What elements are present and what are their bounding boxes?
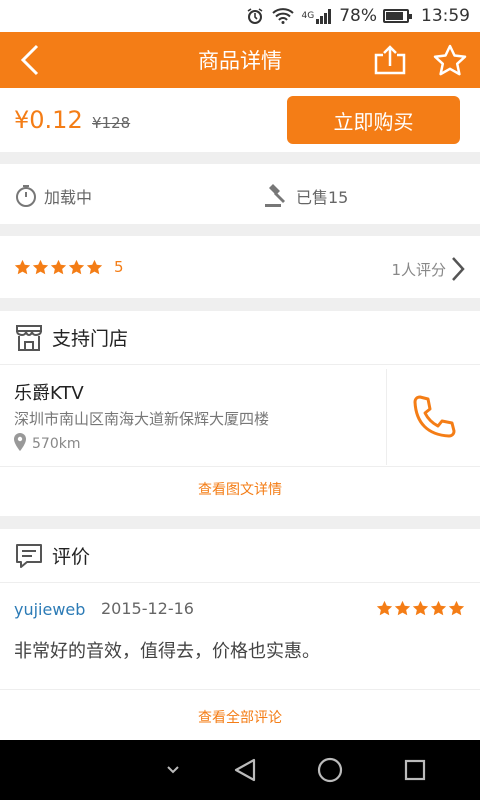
timer-icon (14, 184, 38, 208)
loading-text: 加载中 (44, 188, 93, 207)
store-distance: 570km (14, 433, 80, 455)
store-name[interactable]: 乐爵KTV (14, 379, 84, 405)
rating-stars (14, 259, 104, 276)
nav-back-button[interactable] (230, 755, 260, 785)
divider (0, 466, 480, 467)
share-button[interactable] (370, 42, 410, 78)
store-distance-text: 570km (32, 436, 81, 452)
rating-count-link[interactable]: 1人评分 (391, 256, 466, 282)
sold-count: 已售15 (264, 184, 348, 208)
square-recents-icon (404, 759, 426, 781)
star-icon (32, 259, 49, 274)
star-icon (448, 600, 465, 616)
triangle-back-icon (234, 758, 256, 782)
rating-score: 5 (114, 258, 124, 276)
store-panel: 支持门店 乐爵KTV 深圳市南山区南海大道新保辉大厦四楼 570km 查看图文详… (0, 311, 480, 516)
wifi-icon (271, 8, 294, 24)
store-icon (14, 323, 44, 353)
location-pin-icon (14, 433, 26, 455)
price-panel: ¥0.12 ¥128 立即购买 (0, 88, 480, 152)
rating-panel[interactable]: 5 1人评分 (0, 236, 480, 298)
chevron-down-icon (167, 766, 179, 774)
review-panel: 评价 yujieweb 2015-12-16 非常好的音效，值得去，价格也实惠。… (0, 529, 480, 740)
circle-home-icon (317, 757, 343, 783)
status-bar: 4G 78% 13:59 (0, 0, 480, 32)
back-icon (20, 44, 39, 76)
review-section-header: 评价 (0, 529, 480, 583)
review-section-title: 评价 (52, 546, 91, 568)
hide-keyboard-button[interactable] (158, 755, 188, 785)
current-price: ¥0.12 (14, 106, 83, 134)
star-icon (412, 600, 429, 616)
star-icon (430, 600, 447, 616)
alarm-icon (246, 7, 264, 25)
view-all-reviews-link[interactable]: 查看全部评论 (0, 707, 480, 727)
review-username: yujieweb (14, 600, 86, 619)
chevron-right-icon (452, 257, 465, 281)
star-icon (68, 259, 85, 274)
sold-text: 已售15 (296, 188, 349, 207)
store-address: 深圳市南山区南海大道新保辉大厦四楼 (14, 410, 270, 428)
original-price: ¥128 (92, 114, 131, 132)
loading-status: 加载中 (14, 184, 92, 208)
system-nav-bar (0, 740, 480, 800)
nav-recents-button[interactable] (400, 755, 430, 785)
phone-icon (413, 395, 455, 438)
star-icon (394, 600, 411, 616)
nav-home-button[interactable] (315, 755, 345, 785)
star-outline-icon (433, 44, 467, 76)
review-text: 非常好的音效，值得去，价格也实惠。 (14, 641, 320, 662)
star-icon (14, 259, 31, 274)
view-details-link[interactable]: 查看图文详情 (0, 479, 480, 499)
title-bar: 商品详情 (0, 32, 480, 88)
review-stars (376, 600, 466, 617)
info-panel: 加载中 已售15 (0, 164, 480, 224)
store-section-title: 支持门店 (52, 328, 129, 350)
back-button[interactable] (0, 32, 60, 88)
star-icon (86, 259, 103, 274)
share-icon (374, 45, 406, 75)
signal-icon: 4G (302, 8, 332, 24)
star-icon (50, 259, 67, 274)
clock: 13:59 (421, 6, 470, 26)
favorite-button[interactable] (430, 42, 470, 78)
gavel-icon (264, 184, 290, 208)
battery-icon (383, 9, 412, 23)
network-type: 4G (301, 11, 315, 21)
battery-percent: 78% (339, 6, 377, 26)
buy-now-button[interactable]: 立即购买 (287, 96, 460, 144)
review-date: 2015-12-16 (101, 599, 194, 618)
rating-summary: 5 (14, 258, 124, 276)
star-icon (376, 600, 393, 616)
divider (0, 689, 480, 690)
store-section-header: 支持门店 (0, 311, 480, 365)
call-store-button[interactable] (386, 369, 480, 465)
comment-icon (14, 542, 44, 570)
rating-count: 1人评分 (391, 260, 446, 279)
